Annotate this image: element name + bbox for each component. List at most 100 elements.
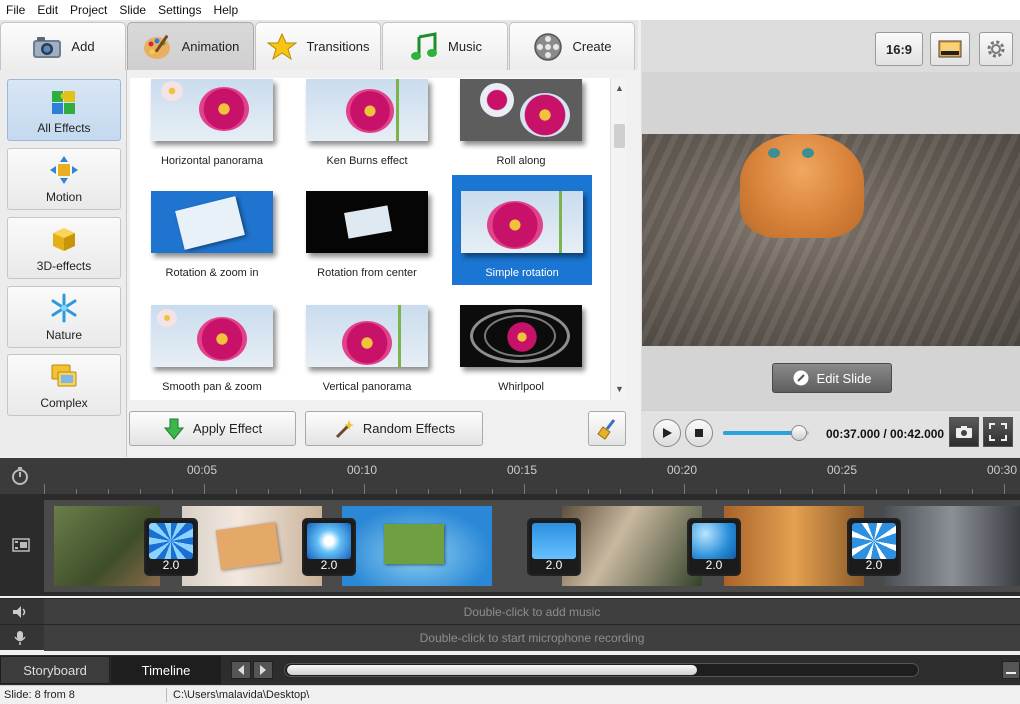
snapshot-button[interactable]	[949, 417, 979, 447]
category-3d-label: 3D-effects	[36, 258, 92, 273]
tab-transitions[interactable]: Transitions	[255, 22, 381, 70]
effect-categories: All Effects Motion 3D-effects Nature Com…	[0, 70, 127, 457]
playback-bar: 00:37.000 / 00:42.000	[641, 410, 1020, 457]
effect-rotation-zoom-in[interactable]: Rotation & zoom in	[142, 187, 282, 299]
menu-slide[interactable]: Slide	[113, 0, 152, 20]
timeline-ruler[interactable]: 00:05 00:10 00:15 00:20 00:25 00:30	[0, 458, 1020, 494]
menu-settings[interactable]: Settings	[152, 0, 207, 20]
slide-thumbnail[interactable]	[342, 506, 492, 586]
tab-music[interactable]: Music	[382, 22, 508, 70]
zoom-out-button[interactable]	[1002, 661, 1020, 679]
transition-badge[interactable]: 2.0	[302, 518, 356, 576]
tab-create[interactable]: Create	[509, 22, 635, 70]
category-all-label: All Effects	[37, 120, 91, 135]
scroll-up-icon[interactable]: ▲	[615, 83, 624, 93]
menu-help[interactable]: Help	[207, 0, 244, 20]
category-nature[interactable]: Nature	[7, 286, 121, 348]
playback-progress-track[interactable]	[723, 425, 809, 441]
play-icon	[663, 428, 672, 438]
ruler-minor-tick	[44, 484, 45, 494]
filmstrip-icon	[12, 538, 30, 552]
timeline-scrollbar-thumb[interactable]	[287, 665, 697, 675]
category-motion[interactable]: Motion	[7, 148, 121, 210]
film-reel-icon	[532, 32, 564, 61]
aspect-ratio-button[interactable]: 16:9	[875, 32, 923, 66]
menu-bar: File Edit Project Slide Settings Help	[0, 0, 1020, 20]
transition-badge[interactable]: 2.0	[847, 518, 901, 576]
settings-button[interactable]	[979, 32, 1013, 66]
tab-storyboard[interactable]: Storyboard	[0, 656, 110, 684]
stop-icon	[695, 429, 703, 437]
tab-animation[interactable]: Animation	[127, 22, 254, 70]
effect-horizontal-panorama[interactable]: Horizontal panorama	[142, 78, 282, 187]
slide-thumbnail[interactable]	[724, 506, 864, 586]
effect-smooth-pan-zoom[interactable]: Smooth pan & zoom	[142, 301, 282, 400]
tab-create-label: Create	[572, 39, 612, 54]
slide-thumbnail[interactable]	[182, 506, 322, 586]
category-complex[interactable]: Complex	[7, 354, 121, 416]
category-motion-label: Motion	[45, 189, 83, 204]
playback-slider-handle[interactable]	[790, 425, 807, 441]
effect-whirlpool[interactable]: Whirlpool	[451, 301, 591, 400]
menu-project[interactable]: Project	[64, 0, 113, 20]
tab-timeline[interactable]: Timeline	[111, 656, 221, 684]
transition-thumbnail	[692, 523, 736, 559]
effect-thumbnail	[306, 305, 428, 367]
effect-roll-along[interactable]: Roll along	[451, 78, 591, 187]
tab-music-label: Music	[448, 39, 482, 54]
transition-badge[interactable]: 2.0	[144, 518, 198, 576]
scroll-right-button[interactable]	[253, 661, 273, 679]
background-button[interactable]	[930, 32, 970, 66]
edit-slide-button[interactable]: Edit Slide	[772, 363, 892, 393]
slide-thumbnail[interactable]	[884, 506, 1020, 586]
menu-file[interactable]: File	[0, 0, 31, 20]
slide-thumbnail[interactable]	[562, 506, 702, 586]
music-track[interactable]: Double-click to add music	[0, 598, 1020, 625]
scrollbar-thumb[interactable]	[614, 124, 625, 148]
ruler-minor-tick	[204, 484, 205, 494]
timeline-scrollbar[interactable]	[284, 663, 919, 677]
effect-vertical-panorama[interactable]: Vertical panorama	[297, 301, 437, 400]
random-effects-button[interactable]: Random Effects	[305, 411, 483, 446]
scroll-left-button[interactable]	[231, 661, 251, 679]
stacked-frames-icon	[51, 364, 77, 386]
effect-simple-rotation[interactable]: Simple rotation	[452, 175, 592, 285]
camera-icon	[31, 33, 63, 61]
view-switcher: Storyboard Timeline	[0, 655, 1020, 685]
apply-effect-button[interactable]: Apply Effect	[129, 411, 296, 446]
fullscreen-button[interactable]	[983, 417, 1013, 447]
clear-effect-button[interactable]	[588, 411, 626, 446]
image-icon	[938, 40, 962, 58]
menu-edit[interactable]: Edit	[31, 0, 64, 20]
effects-scrollbar[interactable]: ▲ ▼	[610, 78, 627, 400]
transition-thumbnail	[307, 523, 351, 559]
transition-thumbnail	[149, 523, 193, 559]
music-track-hint: Double-click to add music	[44, 599, 1020, 625]
broom-icon	[597, 418, 616, 440]
transition-thumbnail	[532, 523, 576, 559]
timeline-tick: 00:30	[987, 463, 1018, 477]
stop-button[interactable]	[685, 419, 713, 447]
play-button[interactable]	[653, 419, 681, 447]
microphone-icon	[14, 631, 26, 645]
move-arrows-icon	[50, 155, 78, 184]
effect-thumbnail	[151, 305, 273, 367]
preview-letterbox-top	[642, 72, 1020, 134]
ruler-minor-tick	[844, 484, 845, 494]
microphone-track[interactable]: Double-click to start microphone recordi…	[0, 624, 1020, 651]
scroll-down-icon[interactable]: ▼	[615, 384, 624, 394]
effect-rotation-from-center[interactable]: Rotation from center	[297, 187, 437, 299]
ruler-minor-tick	[524, 484, 525, 494]
transition-badge[interactable]: 2.0	[527, 518, 581, 576]
timeline-tick: 00:05	[187, 463, 218, 477]
playback-time: 00:37.000 / 00:42.000	[826, 427, 945, 441]
tab-add[interactable]: Add	[0, 22, 126, 70]
category-3d-effects[interactable]: 3D-effects	[7, 217, 121, 279]
category-all-effects[interactable]: All Effects	[7, 79, 121, 141]
status-bar: Slide: 8 from 8 C:\Users\malavida\Deskto…	[0, 685, 1020, 704]
microphone-track-hint: Double-click to start microphone recordi…	[44, 625, 1020, 651]
down-arrow-icon	[163, 418, 184, 440]
status-divider	[166, 688, 167, 702]
transition-badge[interactable]: 2.0	[687, 518, 741, 576]
effect-ken-burns[interactable]: Ken Burns effect	[297, 78, 437, 187]
